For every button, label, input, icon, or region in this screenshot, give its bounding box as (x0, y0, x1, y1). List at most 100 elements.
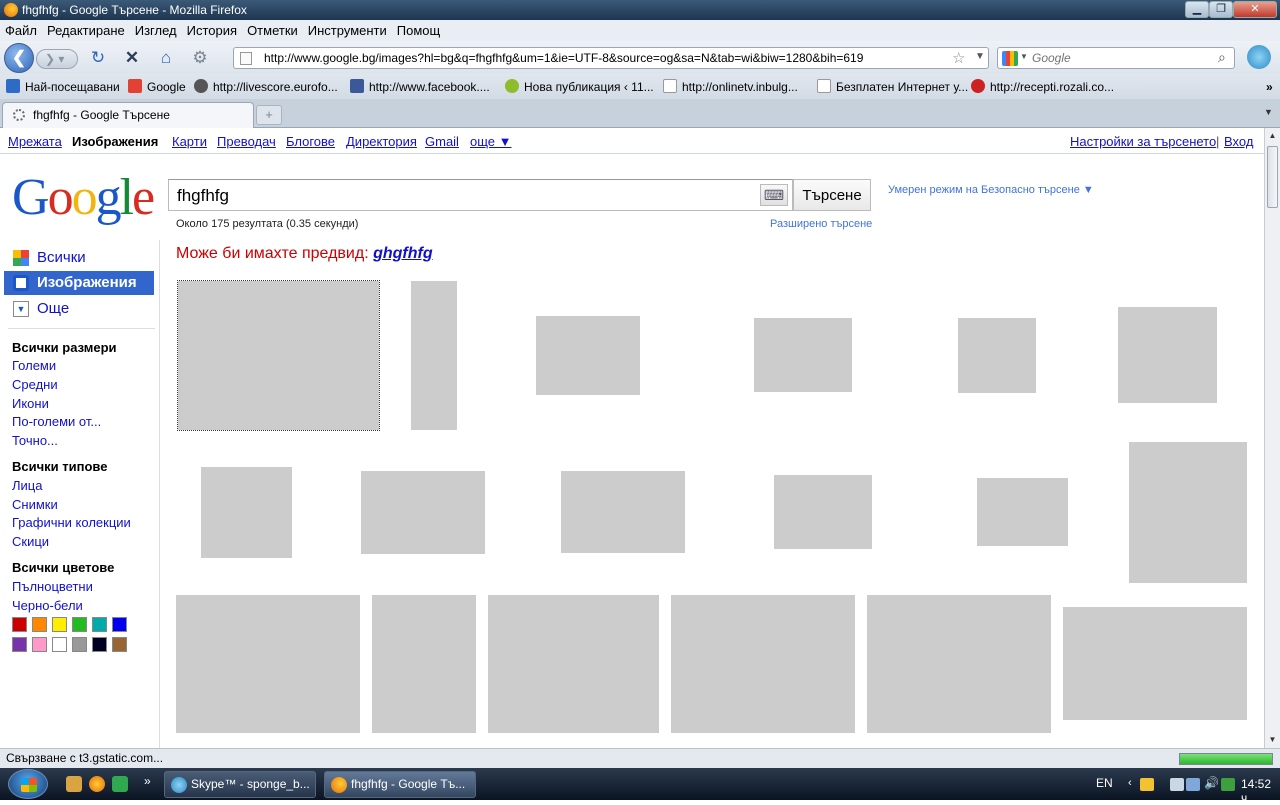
image-result[interactable] (671, 595, 855, 733)
menu-bookmarks[interactable]: Отметки (242, 20, 303, 41)
size-exact[interactable]: Точно... (12, 433, 58, 448)
tray-network-icon[interactable] (1186, 778, 1200, 791)
reload-icon[interactable]: ↻ (88, 48, 108, 68)
search-button[interactable]: Търсене (793, 179, 871, 211)
gbar-link-blogs[interactable]: Блогове (286, 134, 335, 149)
image-result[interactable] (867, 595, 1051, 733)
color-swatch-red[interactable] (12, 617, 27, 632)
menu-history[interactable]: История (182, 20, 242, 41)
forward-button[interactable]: ❯ ▾ (36, 49, 78, 69)
search-input[interactable] (177, 185, 747, 207)
color-swatch-pink[interactable] (32, 637, 47, 652)
type-faces[interactable]: Лица (12, 478, 42, 493)
color-swatch-brown[interactable] (112, 637, 127, 652)
bookmark-item[interactable]: Безплатен Интернет у... (817, 79, 968, 95)
image-result[interactable] (1129, 442, 1247, 583)
scrollbar-thumb[interactable] (1267, 146, 1278, 208)
taskbar-button-skype[interactable]: Skype™ - sponge_b... (164, 771, 316, 798)
bookmark-item[interactable]: Нова публикация ‹ 11... (505, 79, 654, 95)
image-result[interactable] (1063, 607, 1247, 720)
image-result[interactable] (1118, 307, 1217, 403)
browser-search-box[interactable]: ▼ ⌕ (997, 47, 1235, 69)
search-settings-link[interactable]: Настройки за търсенето (1070, 134, 1216, 149)
tray-app-icon[interactable] (1140, 778, 1154, 791)
browser-search-input[interactable] (1032, 49, 1212, 67)
scroll-up-arrow-icon[interactable]: ▲ (1265, 128, 1280, 144)
image-result[interactable] (488, 595, 659, 733)
type-photos[interactable]: Снимки (12, 497, 58, 512)
url-input[interactable] (264, 49, 944, 67)
color-swatch-yellow[interactable] (52, 617, 67, 632)
advanced-search-link[interactable]: Разширено търсене (770, 218, 872, 230)
tray-security-icon[interactable] (1221, 778, 1235, 791)
image-result[interactable] (774, 475, 872, 549)
start-button[interactable] (8, 769, 48, 799)
size-icon[interactable]: Икони (12, 396, 49, 411)
spelling-suggestion-link[interactable]: ghgfhfg (373, 245, 433, 262)
sign-in-link[interactable]: Вход (1224, 134, 1253, 149)
image-result[interactable] (977, 478, 1068, 546)
type-clipart[interactable]: Графични колекции (12, 515, 131, 530)
close-button[interactable]: ✕ (1233, 1, 1277, 18)
size-medium[interactable]: Средни (12, 377, 58, 392)
color-heading[interactable]: Всички цветове (12, 560, 114, 575)
gbar-link-more[interactable]: още ▼ (470, 134, 512, 149)
bookmark-item[interactable]: http://recepti.rozali.co... (971, 79, 1114, 95)
size-large[interactable]: Големи (12, 358, 56, 373)
quicklaunch-overflow-chevron-icon[interactable]: » (144, 774, 151, 788)
menu-file[interactable]: Файл (0, 20, 42, 41)
bookmarks-overflow-chevron-icon[interactable]: » (1266, 79, 1273, 95)
scroll-down-arrow-icon[interactable]: ▼ (1265, 732, 1280, 748)
addon-icon[interactable]: ⚙ (190, 48, 210, 68)
google-logo[interactable]: Google (12, 168, 155, 227)
menu-tools[interactable]: Инструменти (303, 20, 392, 41)
minimize-button[interactable]: ▁ (1185, 1, 1209, 18)
type-line-drawing[interactable]: Скици (12, 534, 49, 549)
image-result[interactable] (411, 281, 457, 430)
bookmark-item[interactable]: http://www.facebook.... (350, 79, 490, 95)
gbar-link-maps[interactable]: Карти (172, 134, 207, 149)
color-swatch-teal[interactable] (92, 617, 107, 632)
menu-help[interactable]: Помощ (392, 20, 445, 41)
language-indicator[interactable]: EN (1096, 776, 1113, 790)
mode-more[interactable]: ▼ Още (4, 297, 154, 321)
image-result[interactable] (176, 595, 360, 733)
quicklaunch-firefox-icon[interactable] (89, 776, 105, 792)
address-bar[interactable]: ☆ ▼ (233, 47, 989, 69)
bookmark-item[interactable]: http://livescore.eurofo... (194, 79, 338, 95)
clock[interactable]: 14:52 ч. (1241, 777, 1271, 805)
color-swatch-green[interactable] (72, 617, 87, 632)
gbar-link-directory[interactable]: Директория (346, 134, 417, 149)
image-result[interactable] (561, 471, 685, 553)
color-swatch-white[interactable] (52, 637, 67, 652)
color-swatch-blue[interactable] (112, 617, 127, 632)
image-result[interactable] (201, 467, 292, 558)
mode-images[interactable]: Изображения (4, 271, 154, 295)
search-query-box[interactable] (168, 179, 793, 211)
search-icon[interactable]: ⌕ (1218, 49, 1226, 66)
skype-addon-icon[interactable] (1247, 45, 1271, 69)
tray-expand-chevron-icon[interactable]: ‹ (1128, 777, 1132, 789)
image-result[interactable] (361, 471, 485, 554)
image-result[interactable] (177, 280, 380, 431)
bookmark-item[interactable]: Най-посещавани (6, 79, 120, 95)
stop-icon[interactable]: ✕ (122, 48, 142, 68)
color-swatch-gray[interactable] (72, 637, 87, 652)
url-dropdown-icon[interactable]: ▼ (975, 51, 985, 62)
gbar-link-translate[interactable]: Преводач (217, 134, 276, 149)
safe-search-dropdown[interactable]: Умерен режим на Безопасно търсене ▼ (888, 184, 1094, 196)
color-bw[interactable]: Черно-бели (12, 598, 83, 613)
volume-icon[interactable]: 🔊 (1204, 777, 1219, 790)
tab-active[interactable]: fhgfhfg - Google Търсене (2, 102, 254, 128)
tray-display-icon[interactable] (1170, 778, 1184, 791)
gbar-link-gmail[interactable]: Gmail (425, 134, 459, 149)
back-button[interactable]: ❮ (4, 43, 34, 73)
gbar-link-web[interactable]: Мрежата (8, 134, 62, 149)
tab-list-dropdown-icon[interactable]: ▼ (1264, 107, 1273, 117)
image-result[interactable] (372, 595, 476, 733)
virtual-keyboard-icon[interactable]: ⌨ (760, 184, 788, 206)
size-heading[interactable]: Всички размери (12, 340, 117, 355)
bookmark-item[interactable]: Google (128, 79, 186, 95)
color-swatch-black[interactable] (92, 637, 107, 652)
color-full[interactable]: Пълноцветни (12, 579, 93, 594)
